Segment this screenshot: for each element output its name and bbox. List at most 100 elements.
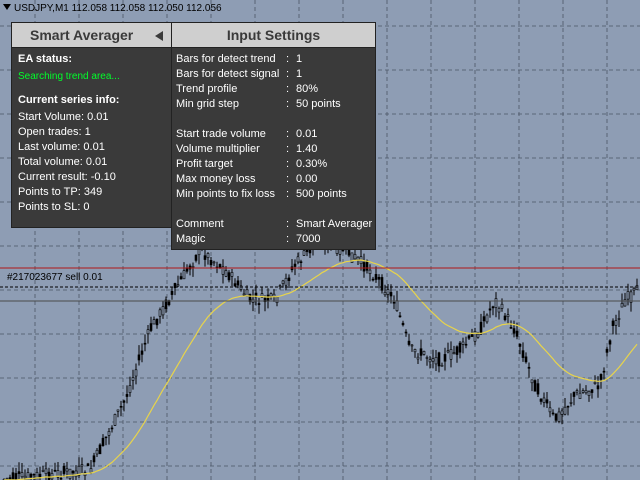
- candle-body: [284, 277, 288, 286]
- candle-body: [584, 389, 588, 394]
- candle-body: [47, 471, 51, 480]
- candle-body: [95, 449, 99, 455]
- setting-label: Start trade volume: [176, 128, 266, 140]
- candle-body: [299, 261, 303, 264]
- candle-body: [380, 277, 384, 291]
- candle-body: [614, 320, 618, 326]
- setting-value: 7000: [296, 233, 321, 245]
- candle-body: [362, 262, 366, 272]
- candle-body: [527, 366, 531, 369]
- series-line: Total volume: 0.01: [18, 156, 108, 168]
- candle-body: [608, 340, 612, 345]
- candle-body: [143, 342, 147, 345]
- ea-status-panel: Smart Averager EA status: Searching tren…: [11, 22, 173, 228]
- ea-status-heading: EA status:: [18, 53, 72, 65]
- candle-body: [617, 318, 621, 320]
- candle-body: [482, 316, 486, 322]
- candle-body: [53, 469, 57, 472]
- dropdown-arrow-icon[interactable]: [3, 4, 11, 10]
- candle-body: [539, 398, 543, 402]
- candle-body: [68, 468, 72, 479]
- candle-body: [38, 473, 42, 478]
- candle-body: [494, 298, 498, 308]
- candle-body: [191, 266, 195, 268]
- candle-body: [620, 303, 624, 308]
- candle-body: [29, 473, 33, 478]
- candle-body: [437, 352, 441, 367]
- candle-body: [581, 390, 585, 393]
- candle-body: [122, 400, 126, 403]
- candle-body: [35, 472, 39, 480]
- setting-separator: :: [286, 68, 290, 80]
- setting-row: Trend profile:80%: [176, 82, 375, 97]
- candle-body: [512, 328, 516, 334]
- candle-body: [371, 278, 375, 281]
- candle-body: [533, 380, 537, 392]
- setting-label: Bars for detect trend: [176, 53, 276, 65]
- candle-body: [557, 411, 561, 422]
- series-line: Points to SL: 0: [18, 201, 90, 213]
- series-line: Open trades: 1: [18, 126, 91, 138]
- setting-row: Bars for detect trend:1: [176, 52, 375, 67]
- candle-body: [500, 303, 504, 309]
- candle-body: [293, 263, 297, 267]
- candle-body: [518, 343, 522, 347]
- candle-body: [599, 374, 603, 380]
- candle-body: [497, 308, 501, 313]
- candle-body: [443, 354, 447, 362]
- candle-body: [281, 280, 285, 284]
- candle-body: [476, 333, 480, 338]
- candle-body: [578, 392, 582, 399]
- candle-body: [551, 412, 555, 415]
- setting-label: Min grid step: [176, 98, 239, 110]
- candle-body: [389, 292, 393, 297]
- collapse-icon[interactable]: [155, 31, 163, 41]
- candle-body: [107, 431, 111, 436]
- candle-body: [506, 314, 510, 317]
- setting-value: 80%: [296, 83, 319, 95]
- candle-body: [257, 303, 261, 305]
- candle-body: [422, 351, 426, 355]
- candle-body: [182, 270, 186, 280]
- symbol-header: USDJPY,M1 112.058 112.058 112.050 112.05…: [3, 3, 222, 14]
- ea-panel-header[interactable]: Smart Averager: [12, 23, 172, 48]
- candle-body: [32, 473, 36, 476]
- candle-body: [17, 471, 21, 474]
- candle-body: [20, 472, 24, 478]
- setting-label: Bars for detect signal: [176, 68, 280, 80]
- candle-body: [425, 357, 429, 359]
- ea-status-text: Searching trend area...: [18, 71, 120, 82]
- candle-body: [302, 250, 306, 256]
- candle-body: [86, 463, 90, 467]
- candle-body: [410, 344, 414, 347]
- input-settings-header[interactable]: Input Settings: [172, 23, 375, 48]
- candle-body: [92, 455, 96, 463]
- candle-body: [98, 444, 102, 455]
- candle-body: [374, 274, 378, 280]
- candle-body: [113, 414, 117, 426]
- setting-separator: :: [286, 218, 290, 230]
- series-info-heading: Current series info:: [18, 94, 120, 106]
- candle-body: [227, 272, 231, 281]
- candle-body: [110, 427, 114, 430]
- setting-value: 1: [296, 68, 303, 80]
- candle-body: [101, 437, 105, 446]
- candle-body: [161, 306, 165, 316]
- candle-body: [23, 475, 27, 479]
- candle-body: [593, 381, 597, 384]
- candle-body: [521, 350, 525, 358]
- candle-body: [446, 350, 450, 353]
- candle-body: [491, 306, 495, 309]
- candle-body: [254, 292, 258, 296]
- candle-body: [224, 270, 228, 277]
- candle-body: [452, 352, 456, 354]
- candle-body: [467, 335, 471, 339]
- candle-body: [179, 276, 183, 280]
- settings-list: Bars for detect trend:1 Bars for detect s…: [172, 48, 375, 247]
- candlestick-series: [2, 229, 639, 480]
- candle-body: [587, 390, 591, 396]
- setting-row: Magic:7000: [176, 232, 375, 247]
- candle-body: [275, 296, 279, 304]
- candle-body: [395, 300, 399, 311]
- setting-value: Smart Averager: [296, 218, 373, 230]
